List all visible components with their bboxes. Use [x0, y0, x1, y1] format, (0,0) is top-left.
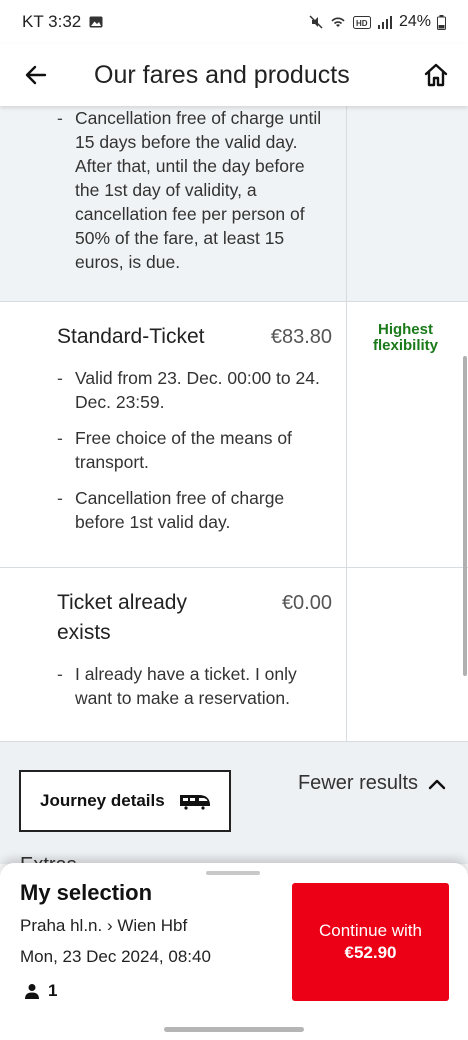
battery-percent: 24%: [398, 13, 431, 30]
continue-amount: €52.90: [344, 943, 397, 962]
flexibility-badge: Highest flexibility: [372, 321, 439, 354]
fare-condition: Valid from 23. Dec. 00:00 to 24. Dec. 23…: [57, 366, 332, 414]
selection-title: My selection: [20, 880, 153, 905]
selection-sheet[interactable]: My selection Praha hl.n. › Wien Hbf Mon,…: [0, 863, 468, 1020]
system-nav-bar: [0, 1020, 468, 1040]
journey-area: Journey details Fewer results Extras: [0, 742, 468, 864]
fare-header: Ticket already exists €0.00: [57, 588, 332, 648]
status-left: KT 3:32: [22, 12, 103, 32]
mute-icon: [309, 15, 323, 29]
app-bar: Our fares and products: [0, 44, 468, 106]
chevron-up-icon: [428, 779, 446, 789]
scrollbar[interactable]: [463, 356, 467, 676]
hd-icon: HD: [352, 15, 371, 29]
fare-name: Standard-Ticket: [57, 325, 205, 348]
battery-icon: [437, 14, 446, 30]
fare-price: €83.80: [270, 326, 332, 348]
selection-datetime: Mon, 23 Dec 2024, 08:40: [20, 947, 211, 966]
fare-condition: Cancellation free of charge until 15 day…: [57, 106, 332, 274]
home-gesture-pill[interactable]: [164, 1027, 304, 1032]
fare-conditions: Cancellation free of charge until 15 day…: [57, 106, 332, 274]
journey-details-label: Journey details: [40, 791, 165, 810]
passenger-count: 1: [24, 981, 57, 1001]
fare-side: Highest flexibility: [347, 302, 468, 567]
status-time: KT 3:32: [22, 12, 82, 31]
journey-details-button[interactable]: Journey details: [19, 770, 231, 832]
fare-side: [347, 568, 468, 741]
status-right: HD 24%: [309, 13, 446, 31]
page-title: Our fares and products: [94, 60, 350, 89]
fares-list[interactable]: Cancellation free of charge until 15 day…: [0, 106, 468, 864]
status-bar: KT 3:32 HD 24%: [0, 0, 468, 44]
selection-route: Praha hl.n. › Wien Hbf: [20, 916, 188, 935]
fare-name: Ticket already exists: [57, 591, 187, 644]
fare-conditions: Valid from 23. Dec. 00:00 to 24. Dec. 23…: [57, 366, 332, 534]
fare-condition: Cancellation free of charge before 1st v…: [57, 486, 332, 534]
fare-row-ticket-exists[interactable]: Ticket already exists €0.00 I already ha…: [0, 568, 468, 742]
fare-main: Cancellation free of charge until 15 day…: [0, 106, 347, 301]
fare-row-flex[interactable]: Cancellation free of charge until 15 day…: [0, 106, 468, 302]
back-button[interactable]: [0, 44, 72, 106]
fare-condition: I already have a ticket. I only want to …: [57, 662, 332, 710]
continue-button[interactable]: Continue with €52.90: [292, 883, 449, 1001]
fare-header: Standard-Ticket €83.80: [57, 322, 332, 352]
drag-handle[interactable]: [206, 871, 260, 875]
fare-row-standard[interactable]: Standard-Ticket €83.80 Valid from 23. De…: [0, 302, 468, 568]
fare-side: [347, 106, 468, 301]
fewer-results-toggle[interactable]: Fewer results: [298, 772, 446, 795]
fare-condition: Free choice of the means of transport.: [57, 426, 332, 474]
continue-label: Continue with: [318, 921, 422, 940]
fare-main: Standard-Ticket €83.80 Valid from 23. De…: [0, 302, 347, 567]
fare-conditions: I already have a ticket. I only want to …: [57, 662, 332, 710]
fare-price: €0.00: [281, 592, 332, 614]
svg-text:HD: HD: [356, 19, 368, 28]
fewer-results-label: Fewer results: [297, 772, 418, 794]
person-icon: [25, 984, 39, 999]
home-icon: [424, 63, 448, 87]
train-icon: [179, 795, 210, 810]
arrow-left-icon: [25, 65, 47, 85]
home-button[interactable]: [404, 44, 468, 106]
fare-main: Ticket already exists €0.00 I already ha…: [0, 568, 347, 741]
wifi-icon: [331, 17, 345, 27]
passenger-count-value: 1: [48, 981, 58, 1000]
signal-icon: [377, 15, 392, 29]
gallery-icon: [89, 16, 103, 28]
